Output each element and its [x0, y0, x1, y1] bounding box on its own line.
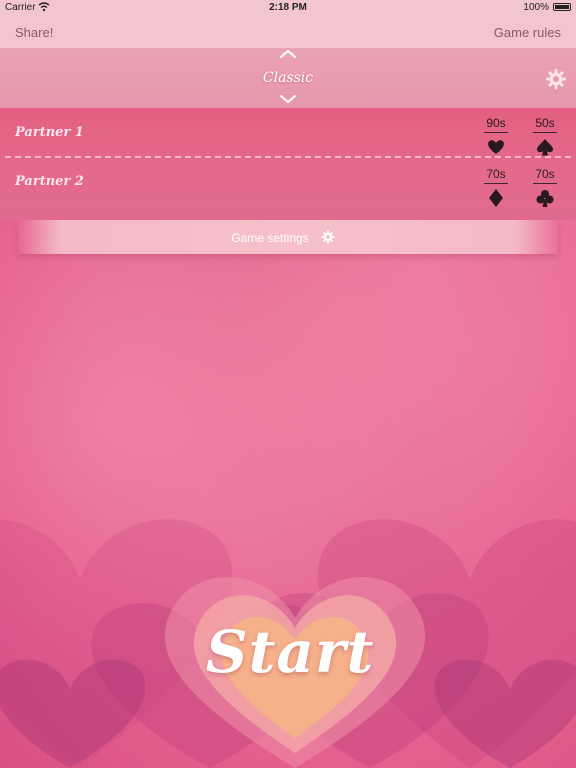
share-button[interactable]: Share! [15, 25, 53, 40]
score-value: 70s [484, 167, 508, 184]
chevron-up-icon[interactable] [278, 49, 298, 59]
score-partner-2-diamonds[interactable]: 70s [476, 165, 516, 208]
game-mode-label: Classic [262, 70, 314, 86]
status-bar: Carrier 2:18 PM 100% [0, 0, 576, 16]
team-divider [5, 156, 571, 158]
score-value: 50s [533, 116, 557, 133]
battery-icon [553, 3, 571, 11]
team-name-partner-1[interactable]: Partner 1 [15, 125, 84, 140]
team-name-partner-2[interactable]: Partner 2 [15, 174, 84, 189]
chevron-down-icon[interactable] [278, 94, 298, 104]
nav-bar: Share! Game rules [0, 16, 576, 49]
score-value: 70s [533, 167, 557, 184]
game-settings-label: Game settings [231, 231, 309, 245]
status-time: 2:18 PM [269, 2, 307, 13]
score-partner-2-clubs[interactable]: 70s [525, 165, 565, 208]
diamond-icon [489, 189, 503, 207]
spade-icon [537, 139, 553, 156]
teams-panel: Partner 1 90s 50s Partner 2 70s 70s [0, 108, 576, 220]
score-partner-1-spades[interactable]: 50s [525, 114, 565, 157]
game-mode-selector: Classic [0, 49, 576, 108]
gear-icon[interactable] [545, 68, 567, 90]
game-rules-button[interactable]: Game rules [494, 25, 561, 40]
game-settings-button[interactable]: Game settings [18, 220, 558, 254]
gear-icon [321, 230, 335, 244]
score-partner-1-hearts[interactable]: 90s [476, 114, 516, 157]
heart-icon [488, 140, 504, 154]
club-icon [536, 190, 554, 207]
battery-percent: 100% [523, 2, 549, 13]
score-value: 90s [484, 116, 508, 133]
start-button[interactable]: Start [190, 618, 390, 686]
